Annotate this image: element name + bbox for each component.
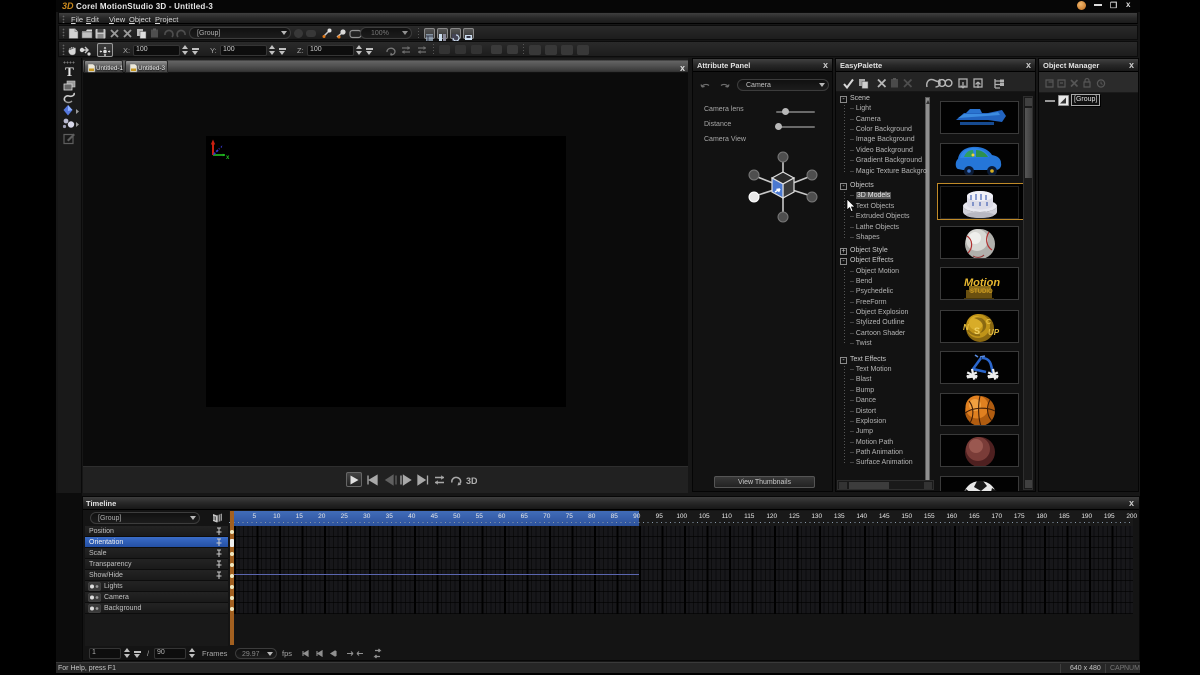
svg-text:UP: UP [988,328,1000,337]
svg-text:Motion: Motion [964,277,1000,289]
svg-text:x: x [226,155,230,160]
svg-text:C: C [986,319,991,326]
svg-text:N: N [963,323,969,332]
svg-text:3D: 3D [466,476,477,486]
svg-text:STUDIO: STUDIO [970,289,993,295]
svg-text:S: S [974,326,980,336]
